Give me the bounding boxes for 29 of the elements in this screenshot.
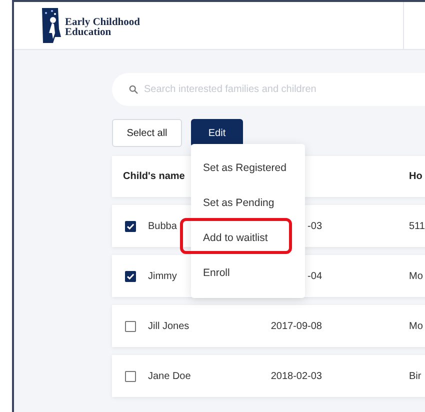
table-cell: -03 [308,220,322,232]
table-cell: Jane Doe [148,370,191,382]
menu-item[interactable]: Enroll [191,266,230,278]
search-field[interactable]: Search interested families and children [144,84,394,95]
table-cell: Bubba [148,220,177,232]
checkbox[interactable] [125,320,136,332]
table-cell: Mo [409,270,423,282]
table-cell: 2017-09-08 [270,320,322,332]
table-cell: 511 [409,220,425,232]
table-cell: Mo [409,320,423,332]
table-cell: Bir [409,370,422,382]
table-cell: Jimmy [148,270,177,282]
logo-subtitle: Education [65,28,112,38]
select-all-button[interactable]: Select all [112,119,182,147]
menu-item[interactable]: Set as Pending [191,196,274,208]
checkbox[interactable] [125,220,136,232]
menu-item[interactable]: Set as Registered [191,162,286,174]
logo-title: Early Childhood [65,18,140,28]
table-cell: -04 [308,270,322,282]
column-header: Child's name [123,171,186,182]
column-header: Ho [409,171,422,182]
checkbox[interactable] [125,370,136,382]
checkbox[interactable] [125,270,136,282]
search-icon [129,85,138,94]
edit-button[interactable]: Edit [191,119,243,147]
logo-icon [41,7,61,44]
table-cell: 2018-02-03 [270,370,322,382]
table-cell: Jill Jones [148,320,190,332]
menu-item[interactable]: Add to waitlist [191,232,268,244]
